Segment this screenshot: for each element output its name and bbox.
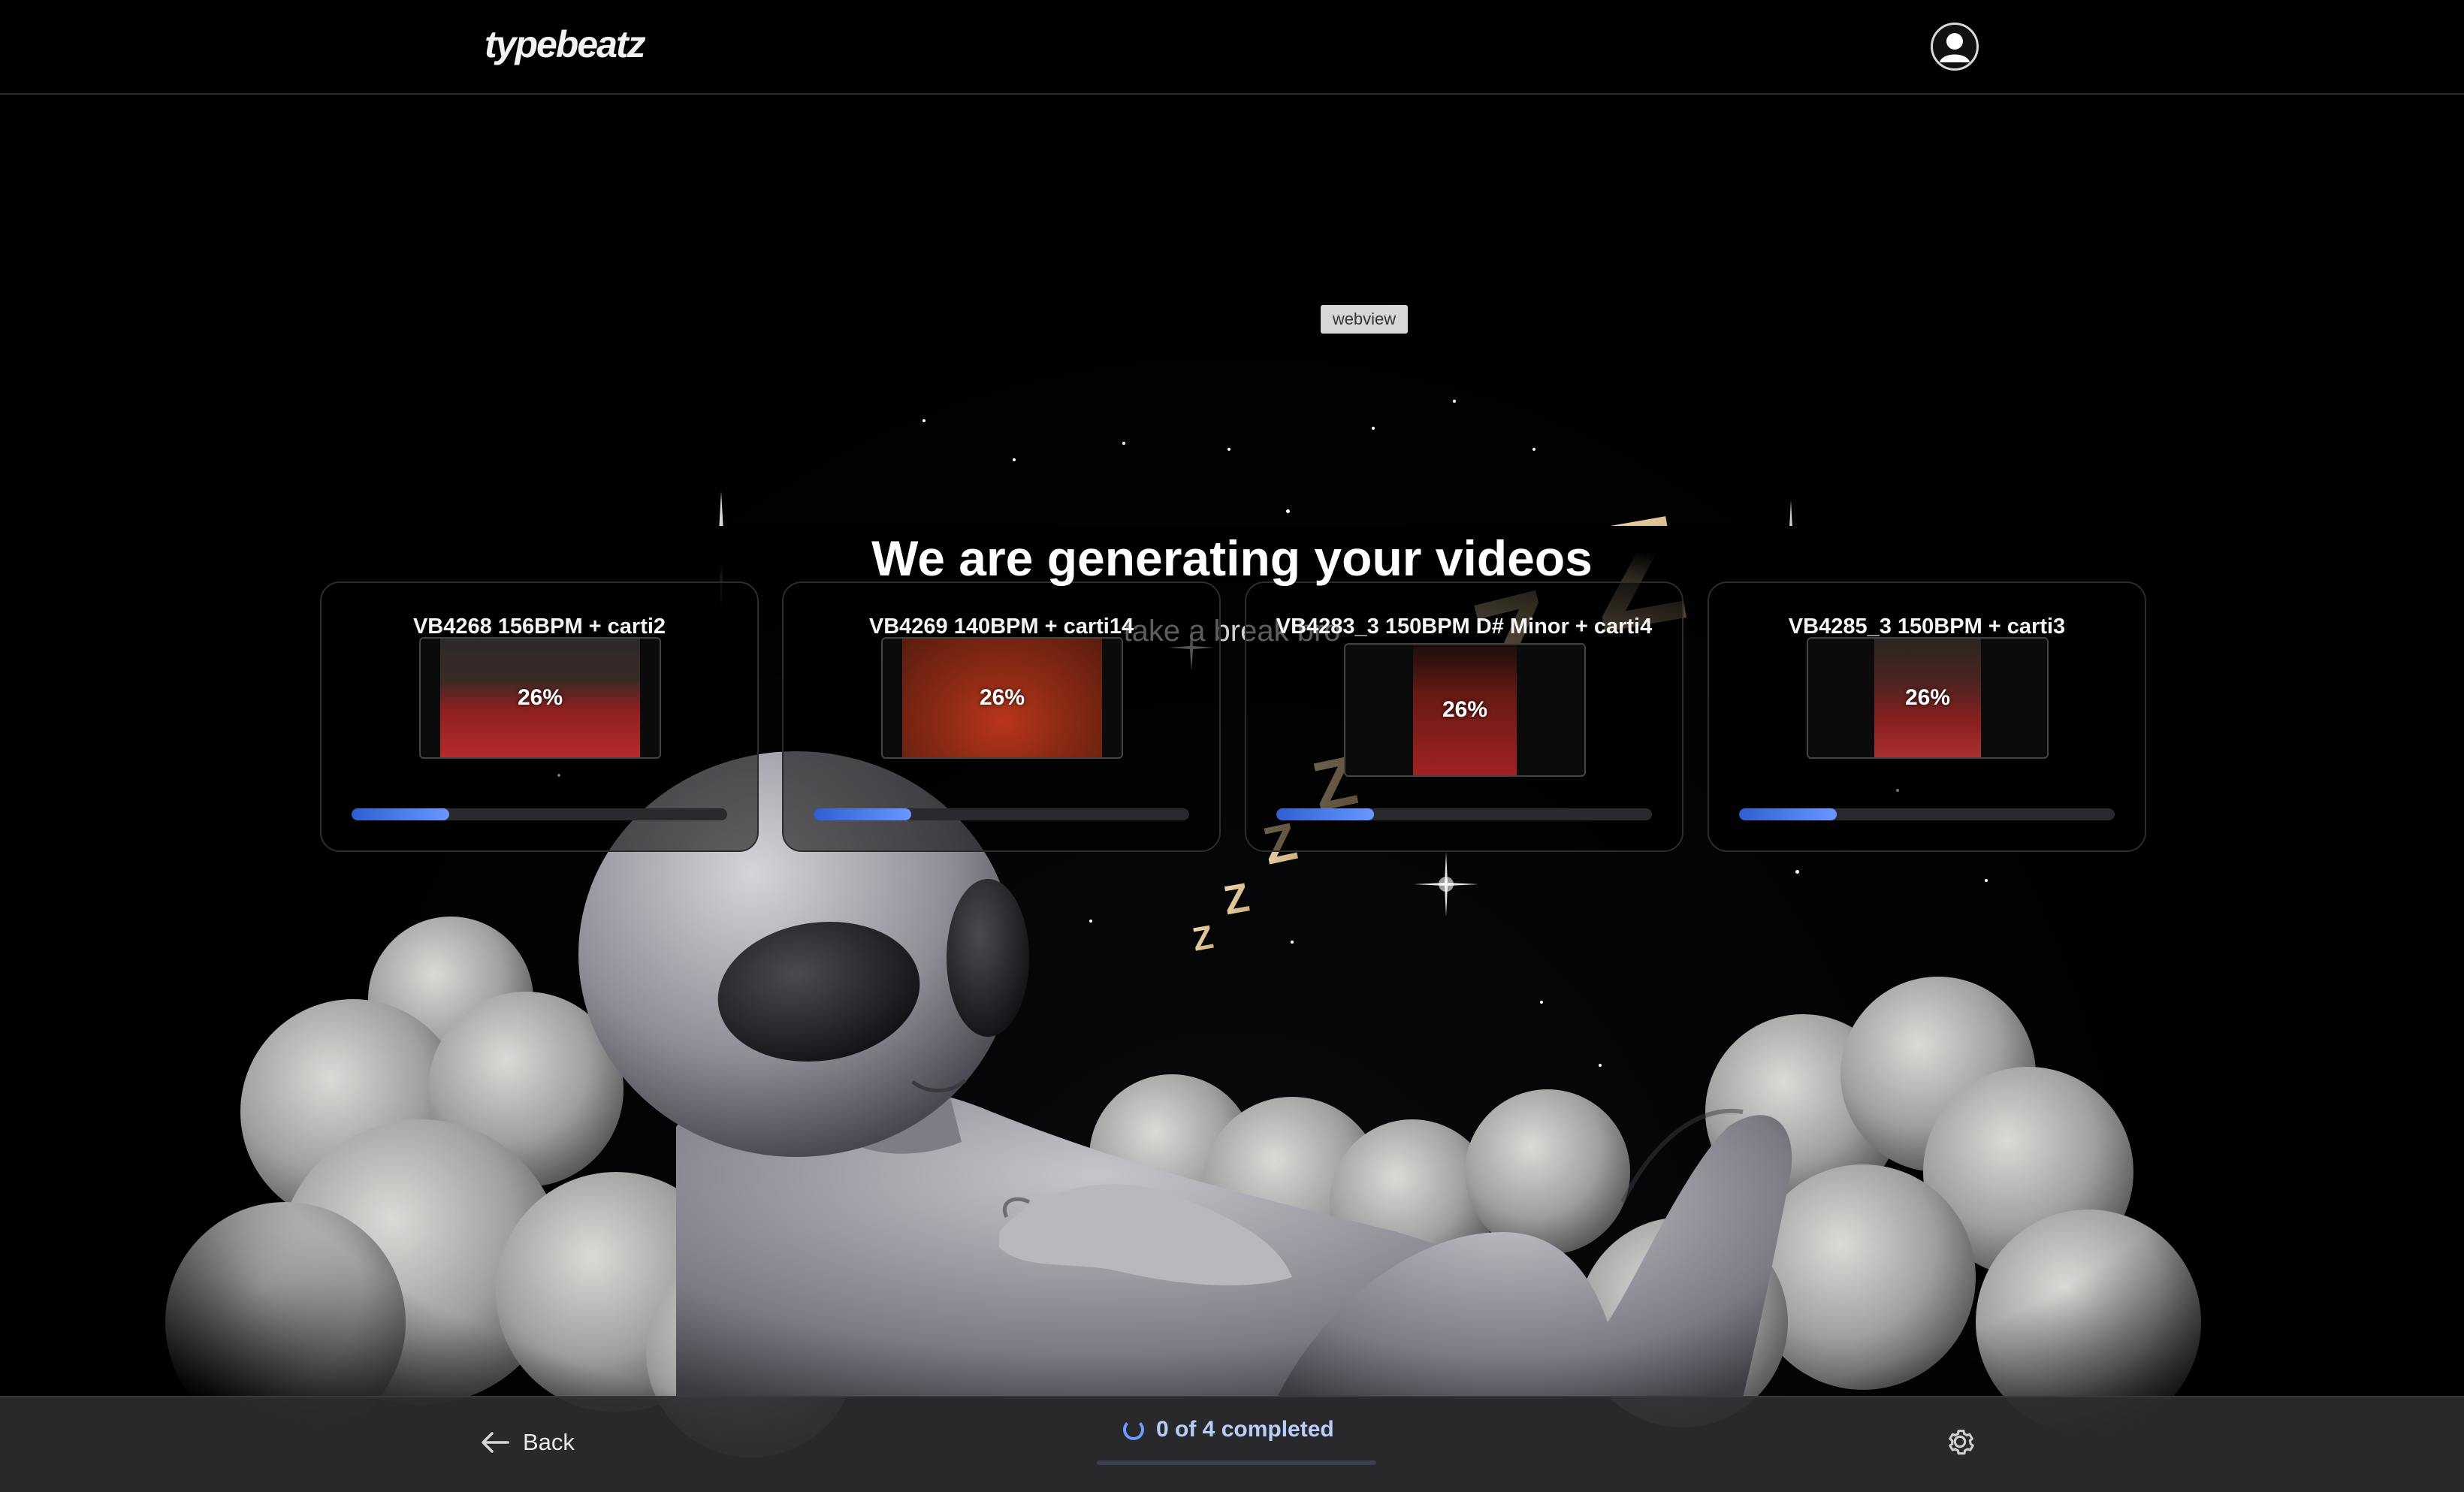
app-header: typebeatz <box>0 0 2464 95</box>
footer-bar: Back 0 of 4 completed <box>0 1396 2464 1492</box>
video-card-title: VB4283_3 150BPM D# Minor + carti4 <box>1276 615 1653 639</box>
video-card-title: VB4269 140BPM + carti14 <box>868 615 1134 639</box>
completion-status-label: 0 of 4 completed <box>1156 1417 1334 1442</box>
thumbnail-progress-label: 26% <box>979 685 1025 710</box>
progress-bar <box>814 808 1189 820</box>
progress-bar-fill <box>814 808 911 820</box>
thumbnail-progress-label: 26% <box>1904 685 1951 710</box>
video-card-title: VB4285_3 150BPM + carti3 <box>1788 615 2066 639</box>
logo[interactable]: typebeatz <box>485 23 646 66</box>
settings-button[interactable] <box>1943 1424 1977 1459</box>
video-card[interactable]: VB4268 156BPM + carti2 26% <box>320 581 759 852</box>
video-thumbnail: 26% <box>881 637 1123 759</box>
video-card-title: VB4268 156BPM + carti2 <box>412 615 666 639</box>
completion-status: 0 of 4 completed <box>1123 1417 1334 1442</box>
user-avatar-icon <box>1940 33 1970 62</box>
page-title: We are generating your videos <box>871 530 1593 586</box>
progress-bar-fill <box>1739 808 1837 820</box>
video-card[interactable]: VB4283_3 150BPM D# Minor + carti4 26% <box>1245 581 1683 852</box>
video-thumbnail: 26% <box>1807 637 2049 759</box>
progress-bar <box>1739 808 2115 820</box>
video-thumbnail: 26% <box>1344 643 1586 777</box>
arrow-left-icon <box>482 1432 509 1453</box>
progress-bar-fill <box>352 808 449 820</box>
video-card[interactable]: VB4269 140BPM + carti14 26% <box>782 581 1221 852</box>
completion-progress-bar <box>1097 1460 1376 1465</box>
spinner-icon <box>1123 1419 1144 1440</box>
progress-bar <box>352 808 727 820</box>
back-button[interactable]: Back <box>481 1420 575 1465</box>
progress-bar <box>1276 808 1652 820</box>
back-button-label: Back <box>523 1429 575 1455</box>
thumbnail-progress-label: 26% <box>517 685 563 710</box>
thumbnail-progress-label: 26% <box>1442 697 1488 722</box>
generation-page: Z Z Z Z Z Z Z typebeatz webview take a b… <box>0 0 2464 1492</box>
progress-bar-fill <box>1276 808 1374 820</box>
webview-label: webview <box>1321 305 1408 334</box>
video-thumbnail: 26% <box>419 637 661 759</box>
gear-icon <box>1949 1430 1974 1455</box>
video-card[interactable]: VB4285_3 150BPM + carti3 26% <box>1708 581 2146 852</box>
user-avatar-button[interactable] <box>1931 23 1979 71</box>
